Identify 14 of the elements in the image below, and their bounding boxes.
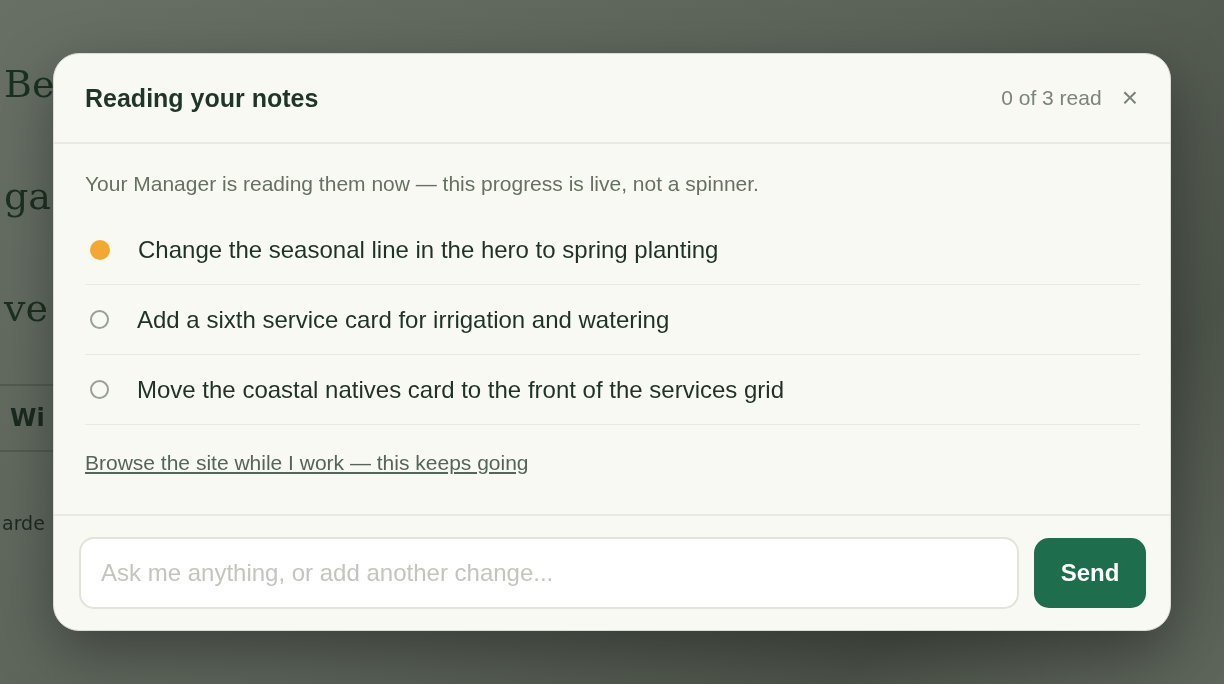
heading-text: ve (4, 285, 48, 332)
progress-counter: 0 of 3 read (1001, 86, 1102, 110)
dialog-title: Reading your notes (85, 83, 320, 113)
close-button[interactable]: × (1121, 84, 1138, 112)
body-text: arde (2, 512, 45, 534)
browse-link[interactable]: Browse the site while I work — this keeps going (85, 451, 529, 475)
note-text: Change the seasonal line in the hero to spring planting (138, 235, 719, 264)
status-message: Your Manager is reading them now — this progress is live, not a spinner. (85, 172, 760, 196)
message-input[interactable]: Ask me anything, or add another change... (79, 537, 1019, 609)
note-text: Move the coastal natives card to the front of the services grid (137, 375, 784, 404)
heading-text: ga (4, 173, 51, 220)
send-button[interactable]: Send (1034, 538, 1146, 608)
heading-text: Be (4, 61, 55, 108)
note-text: Add a sixth service card for irrigation and watering (137, 305, 670, 334)
